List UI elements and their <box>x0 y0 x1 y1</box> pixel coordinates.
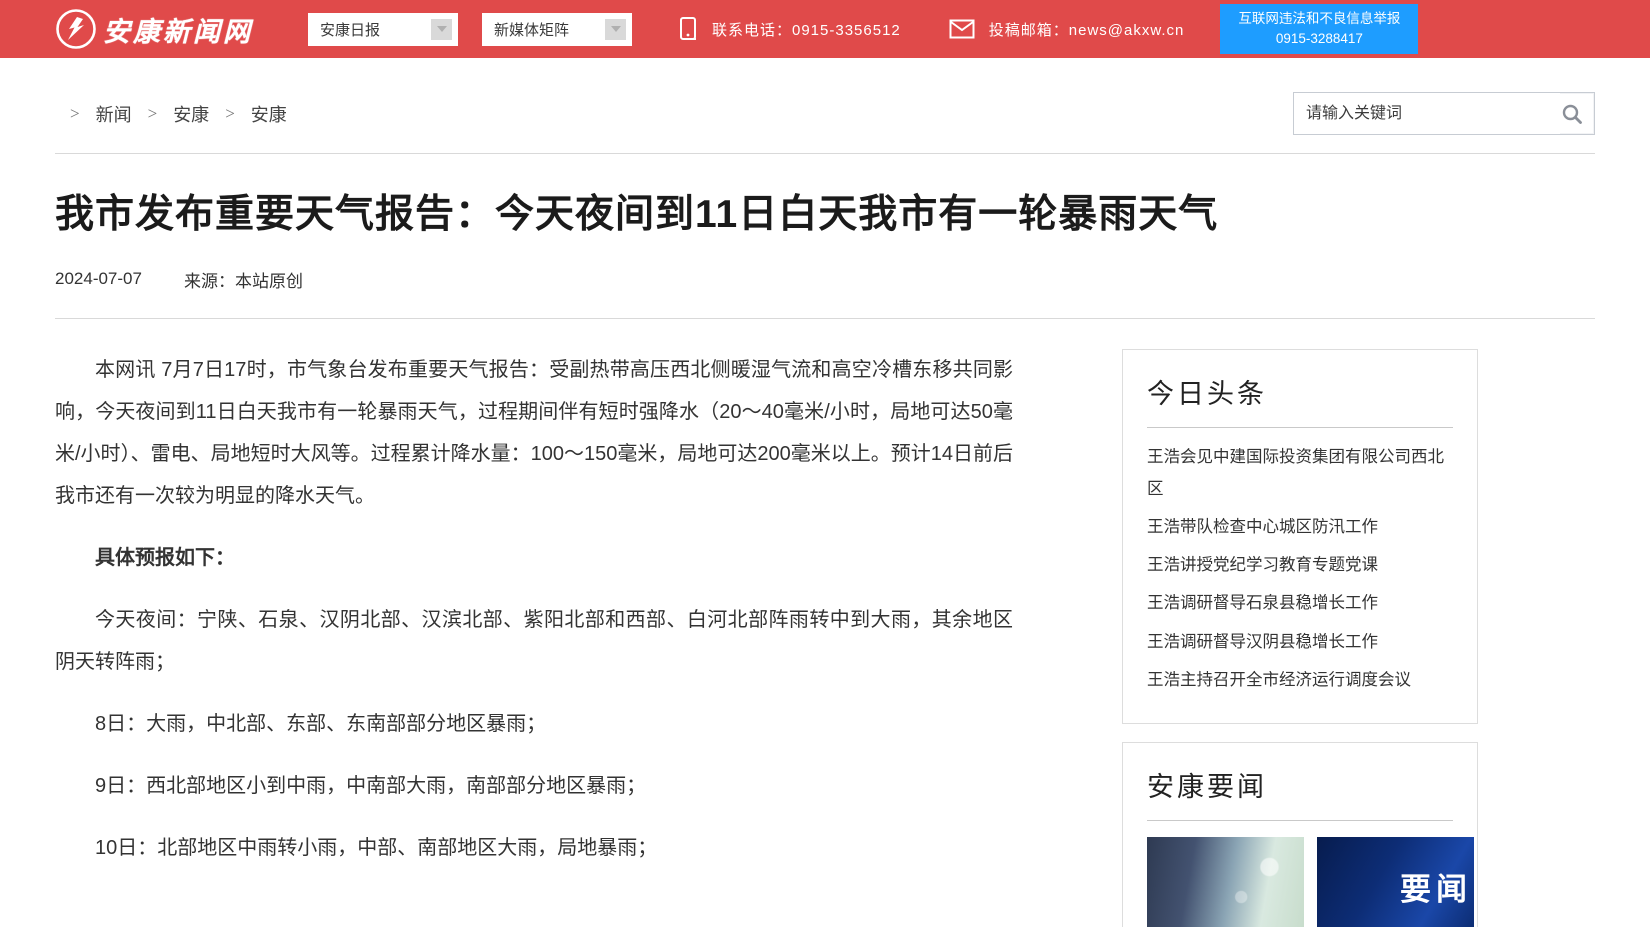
chevron-down-icon <box>605 19 626 40</box>
divider <box>1147 820 1453 821</box>
article-paragraph: 今天夜间：宁陕、石泉、汉阴北部、汉滨北部、紫阳北部和西部、白河北部阵雨转中到大雨… <box>55 599 1013 683</box>
sidebar: 今日头条 王浩会见中建国际投资集团有限公司西北区 王浩带队检查中心城区防汛工作 … <box>1122 349 1478 927</box>
list-item[interactable]: 王浩调研督导石泉县稳增长工作 <box>1147 584 1453 622</box>
illegal-report-line1: 互联网违法和不良信息举报 <box>1230 9 1408 29</box>
list-item[interactable]: 王浩讲授党纪学习教育专题党课 <box>1147 546 1453 584</box>
article-paragraph: 9日：西北部地区小到中雨，中南部大雨，南部部分地区暴雨； <box>55 765 1013 807</box>
breadcrumb-separator: > <box>70 104 80 124</box>
news-thumbnails: 要闻 <box>1147 837 1453 927</box>
chevron-down-icon <box>431 19 452 40</box>
illegal-report-line2: 0915-3288417 <box>1230 29 1408 49</box>
contact-phone-label: 联系电话：0915-3356512 <box>712 19 901 40</box>
news-thumbnail-rain-photo[interactable] <box>1147 837 1304 927</box>
thumbnail-label: 要闻 <box>1400 864 1472 909</box>
phone-icon <box>678 16 698 42</box>
todays-headlines-title: 今日头条 <box>1147 372 1453 411</box>
headline-list: 王浩会见中建国际投资集团有限公司西北区 王浩带队检查中心城区防汛工作 王浩讲授党… <box>1147 438 1453 699</box>
site-logo-icon <box>55 8 97 50</box>
mail-icon <box>949 19 975 39</box>
nav-select-daily[interactable]: 安康日报 <box>308 13 458 46</box>
list-item[interactable]: 王浩会见中建国际投资集团有限公司西北区 <box>1147 438 1453 508</box>
ankang-news-box: 安康要闻 要闻 <box>1122 742 1478 927</box>
site-logo[interactable]: 安康新闻网 <box>55 8 255 50</box>
submit-email: 投稿邮箱：news@akxw.cn <box>949 19 1185 40</box>
article-paragraph: 8日：大雨，中北部、东部、东南部部分地区暴雨； <box>55 703 1013 745</box>
article-source: 来源：本站原创 <box>184 267 303 292</box>
nav-select-media-value: 新媒体矩阵 <box>494 19 569 40</box>
breadcrumb-item-news[interactable]: 新闻 <box>96 101 132 127</box>
list-item[interactable]: 王浩调研督导汉阴县稳增长工作 <box>1147 623 1453 661</box>
search-icon[interactable] <box>1560 102 1584 126</box>
divider <box>55 153 1595 154</box>
breadcrumb-row: > 新闻 > 安康 > 安康 <box>55 58 1595 135</box>
article-subheading: 具体预报如下： <box>55 537 1013 579</box>
page-title: 我市发布重要天气报告：今天夜间到11日白天我市有一轮暴雨天气 <box>55 190 1595 241</box>
article-meta: 2024-07-07 来源：本站原创 <box>55 267 1595 292</box>
submit-email-label: 投稿邮箱：news@akxw.cn <box>989 19 1185 40</box>
breadcrumb-separator: > <box>148 104 158 124</box>
list-item[interactable]: 王浩带队检查中心城区防汛工作 <box>1147 508 1453 546</box>
breadcrumb-separator: > <box>225 104 235 124</box>
search-box <box>1293 92 1595 135</box>
breadcrumb-item-ankang[interactable]: 安康 <box>173 101 209 127</box>
breadcrumb-item-ankang-2[interactable]: 安康 <box>251 101 287 127</box>
site-name: 安康新闻网 <box>103 10 253 49</box>
nav-select-media[interactable]: 新媒体矩阵 <box>482 13 632 46</box>
search-input[interactable] <box>1294 93 1560 134</box>
article-paragraph: 10日：北部地区中雨转小雨，中部、南部地区大雨，局地暴雨； <box>55 827 1013 869</box>
divider <box>1147 427 1453 428</box>
illegal-report-badge[interactable]: 互联网违法和不良信息举报 0915-3288417 <box>1220 4 1418 55</box>
nav-select-daily-value: 安康日报 <box>320 19 380 40</box>
article-body: 本网讯 7月7日17时，市气象台发布重要天气报告：受副热带高压西北侧暖湿气流和高… <box>55 349 1013 889</box>
breadcrumb: > 新闻 > 安康 > 安康 <box>70 101 287 127</box>
site-header: 安康新闻网 安康日报 新媒体矩阵 联系电话：0915-3356512 投稿邮箱：… <box>0 0 1650 58</box>
article-date: 2024-07-07 <box>55 269 142 289</box>
todays-headlines-box: 今日头条 王浩会见中建国际投资集团有限公司西北区 王浩带队检查中心城区防汛工作 … <box>1122 349 1478 724</box>
contact-phone: 联系电话：0915-3356512 <box>678 16 901 42</box>
list-item[interactable]: 王浩主持召开全市经济运行调度会议 <box>1147 661 1453 699</box>
ankang-news-title: 安康要闻 <box>1147 765 1453 804</box>
news-thumbnail-yaowen[interactable]: 要闻 <box>1317 837 1474 927</box>
content-area: 本网讯 7月7日17时，市气象台发布重要天气报告：受副热带高压西北侧暖湿气流和高… <box>55 319 1595 927</box>
article-paragraph: 本网讯 7月7日17时，市气象台发布重要天气报告：受副热带高压西北侧暖湿气流和高… <box>55 349 1013 517</box>
